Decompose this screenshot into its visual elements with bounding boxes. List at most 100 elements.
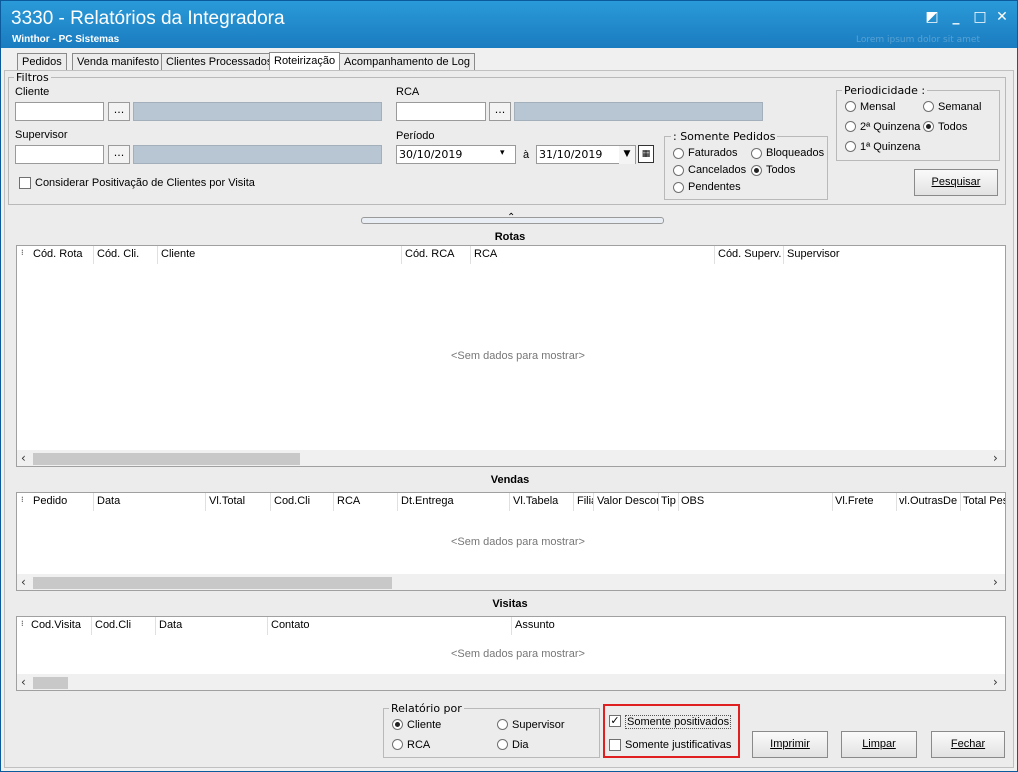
radio-relatorio-cliente[interactable] — [392, 719, 403, 730]
vendas-col-vl-total[interactable]: Vl.Total — [209, 495, 245, 507]
visitas-col-cod-cli[interactable]: Cod.Cli — [95, 619, 131, 631]
radio-2a-quinzena[interactable] — [845, 121, 856, 132]
cliente-lookup-button[interactable]: ... — [108, 102, 130, 121]
vendas-col-cod-cli[interactable]: Cod.Cli — [274, 495, 310, 507]
radio-mensal[interactable] — [845, 101, 856, 112]
vendas-col-obs[interactable]: OBS — [681, 495, 704, 507]
col-divider — [511, 617, 512, 635]
rotas-hscrollbar[interactable]: ‹ › — [17, 450, 1005, 466]
vendas-col-dt-entrega[interactable]: Dt.Entrega — [401, 495, 454, 507]
vendas-col-pedido[interactable]: Pedido — [33, 495, 67, 507]
filtros-legend: Filtros — [14, 71, 51, 84]
rotas-col-rca[interactable]: RCA — [474, 248, 497, 260]
scroll-right-icon[interactable]: › — [993, 575, 998, 589]
fechar-button[interactable]: Fechar — [931, 731, 1005, 758]
rotas-col-cod-rota[interactable]: Cód. Rota — [33, 248, 83, 260]
column-chooser-icon[interactable]: ⁝ — [21, 495, 24, 504]
rotas-empty-message: <Sem dados para mostrar> — [451, 350, 585, 362]
visitas-col-contato[interactable]: Contato — [271, 619, 310, 631]
radio-relatorio-dia[interactable] — [497, 739, 508, 750]
minimize-icon[interactable]: _ — [947, 9, 965, 25]
considerar-checkbox[interactable] — [19, 177, 31, 189]
cliente-input[interactable] — [15, 102, 104, 121]
vendas-col-vl-tabela[interactable]: Vl.Tabela — [513, 495, 558, 507]
rotas-col-cod-rca[interactable]: Cód. RCA — [405, 248, 455, 260]
tab-roteirizacao[interactable]: Roteirização — [269, 52, 341, 71]
rotas-scroll-thumb[interactable] — [33, 453, 300, 465]
radio-relatorio-rca[interactable] — [392, 739, 403, 750]
col-divider — [470, 246, 471, 264]
vendas-col-total-peso[interactable]: Total Pes — [963, 495, 1005, 507]
rca-input[interactable] — [396, 102, 486, 121]
scroll-left-icon[interactable]: ‹ — [21, 451, 26, 465]
tab-pedidos[interactable]: Pedidos — [17, 53, 67, 71]
rotas-col-supervisor[interactable]: Supervisor — [787, 248, 840, 260]
somente-justificativas-checkbox[interactable] — [609, 739, 621, 751]
column-chooser-icon[interactable]: ⁝ — [21, 619, 24, 628]
radio-todos-pedidos[interactable] — [751, 165, 762, 176]
vendas-col-tipo[interactable]: Tip — [661, 495, 678, 507]
mensal-label: Mensal — [860, 101, 896, 113]
rotas-col-cliente[interactable]: Cliente — [161, 248, 195, 260]
rotas-col-cod-cli[interactable]: Cód. Cli. — [97, 248, 139, 260]
close-icon[interactable]: ✕ — [993, 9, 1011, 25]
visitas-scroll-thumb[interactable] — [33, 677, 68, 689]
main-window: 3330 - Relatórios da Integradora Winthor… — [0, 0, 1018, 772]
vendas-col-rca[interactable]: RCA — [337, 495, 360, 507]
restore-icon[interactable]: ◩ — [923, 9, 941, 25]
tab-clientes-processados[interactable]: Clientes Processados — [161, 53, 278, 71]
scroll-left-icon[interactable]: ‹ — [21, 575, 26, 589]
chevron-down-icon[interactable]: ▾ — [500, 148, 505, 158]
radio-semanal[interactable] — [923, 101, 934, 112]
rotas-col-cod-superv[interactable]: Cód. Superv. — [718, 248, 781, 260]
vendas-col-filial[interactable]: Filia — [577, 495, 593, 507]
vendas-grid[interactable]: ⁝ Pedido Data Vl.Total Cod.Cli RCA Dt.En… — [16, 492, 1006, 591]
chevron-up-icon[interactable]: ⌃ — [507, 212, 515, 223]
supervisor-lookup-button[interactable]: ... — [108, 145, 130, 164]
rca-lookup-button[interactable]: ... — [489, 102, 511, 121]
rotas-grid[interactable]: ⁝ Cód. Rota Cód. Cli. Cliente Cód. RCA R… — [16, 245, 1006, 467]
visitas-hscrollbar[interactable]: ‹ › — [17, 674, 1005, 690]
col-divider — [783, 246, 784, 264]
tab-acompanhamento-log[interactable]: Acompanhamento de Log — [339, 53, 475, 71]
date-to-dropdown-icon[interactable]: ▼ — [619, 146, 635, 164]
column-chooser-icon[interactable]: ⁝ — [21, 248, 24, 257]
vendas-col-vl-frete[interactable]: Vl.Frete — [835, 495, 874, 507]
date-from-input[interactable]: 30/10/2019 — [396, 145, 516, 164]
window-subtitle: Winthor - PC Sistemas — [12, 34, 120, 45]
col-divider — [267, 617, 268, 635]
2a-quinzena-label: 2ª Quinzena — [860, 121, 921, 133]
calendar-icon[interactable]: ▦ — [638, 145, 654, 163]
vendas-col-valor-desconto[interactable]: Valor Descor — [597, 495, 658, 507]
col-divider — [832, 493, 833, 511]
radio-faturados[interactable] — [673, 148, 684, 159]
scroll-left-icon[interactable]: ‹ — [21, 675, 26, 689]
imprimir-button[interactable]: Imprimir — [752, 731, 828, 758]
radio-todos-periodicidade[interactable] — [923, 121, 934, 132]
maximize-icon[interactable]: □ — [971, 9, 989, 25]
col-divider — [658, 493, 659, 511]
somente-positivados-checkbox[interactable]: ✓ — [609, 715, 621, 727]
radio-cancelados[interactable] — [673, 165, 684, 176]
visitas-col-cod-visita[interactable]: Cod.Visita — [31, 619, 81, 631]
vendas-col-vl-outras-desp[interactable]: vl.OutrasDe — [899, 495, 959, 507]
col-divider — [960, 493, 961, 511]
radio-bloqueados[interactable] — [751, 148, 762, 159]
tab-content: Filtros Cliente ... RCA ... Supervisor .… — [4, 70, 1014, 768]
vendas-hscrollbar[interactable]: ‹ › — [17, 574, 1005, 590]
visitas-grid[interactable]: ⁝ Cod.Visita Cod.Cli Data Contato Assunt… — [16, 616, 1006, 691]
vendas-col-data[interactable]: Data — [97, 495, 120, 507]
scroll-right-icon[interactable]: › — [993, 451, 998, 465]
visitas-col-data[interactable]: Data — [159, 619, 182, 631]
radio-1a-quinzena[interactable] — [845, 141, 856, 152]
radio-pendentes[interactable] — [673, 182, 684, 193]
supervisor-input[interactable] — [15, 145, 104, 164]
scroll-right-icon[interactable]: › — [993, 675, 998, 689]
pesquisar-button[interactable]: Pesquisar — [914, 169, 998, 196]
limpar-button[interactable]: Limpar — [841, 731, 917, 758]
vendas-scroll-thumb[interactable] — [33, 577, 392, 589]
tab-venda-manifesto[interactable]: Venda manifesto — [72, 53, 164, 71]
radio-relatorio-supervisor[interactable] — [497, 719, 508, 730]
splitter-handle[interactable]: ⌃ — [361, 212, 664, 224]
visitas-col-assunto[interactable]: Assunto — [515, 619, 555, 631]
